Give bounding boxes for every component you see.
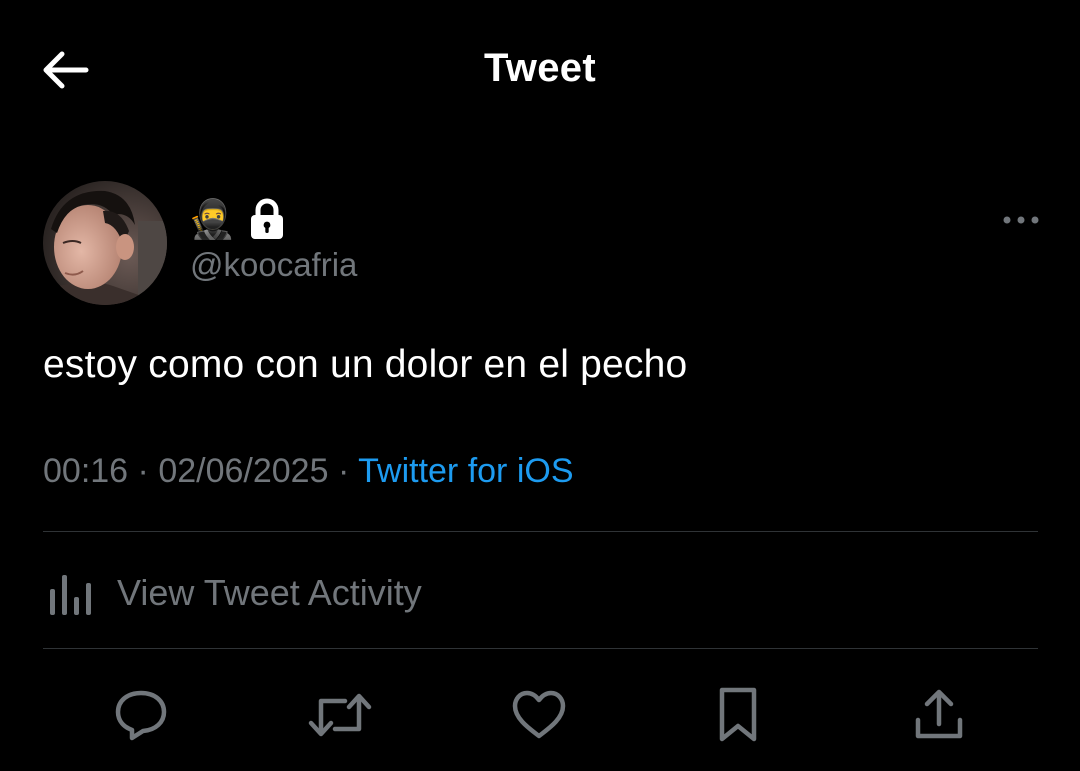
view-tweet-activity-label: View Tweet Activity — [117, 572, 422, 613]
meta-separator: · — [337, 452, 350, 490]
reply-icon — [115, 690, 167, 741]
meta-separator: · — [137, 452, 149, 490]
tweet-action-bar — [0, 670, 1080, 756]
divider — [43, 531, 1038, 532]
avatar-image — [43, 181, 167, 305]
author-name-row: 🥷 — [188, 196, 285, 242]
author-display-name[interactable]: 🥷 — [188, 196, 235, 242]
like-button[interactable] — [504, 680, 574, 750]
author-handle[interactable]: @koocafria — [190, 246, 357, 284]
more-horizontal-icon — [1003, 216, 1039, 224]
divider — [43, 648, 1038, 649]
share-button[interactable] — [904, 680, 974, 750]
top-bar: Tweet — [0, 0, 1080, 140]
retweet-icon — [308, 693, 372, 737]
reply-button[interactable] — [106, 680, 176, 750]
bookmark-icon — [719, 687, 757, 742]
tweet-source-link[interactable]: Twitter for iOS — [358, 452, 573, 490]
more-options-button[interactable] — [998, 204, 1044, 236]
heart-icon — [512, 690, 566, 739]
bookmark-button[interactable] — [703, 680, 773, 750]
tweet-time: 00:16 — [43, 452, 129, 490]
tweet-date: 02/06/2025 — [158, 452, 329, 490]
share-icon — [915, 689, 963, 739]
view-tweet-activity-button[interactable]: View Tweet Activity — [43, 555, 422, 631]
page-title: Tweet — [484, 46, 596, 90]
bar-chart-icon — [50, 575, 91, 615]
lock-icon — [251, 198, 284, 239]
tweet-meta: 00:16 · 02/06/2025 · Twitter for iOS — [43, 452, 574, 491]
tweet-text: estoy como con un dolor en el pecho — [43, 343, 688, 386]
retweet-button[interactable] — [305, 680, 375, 750]
avatar[interactable] — [43, 181, 167, 305]
